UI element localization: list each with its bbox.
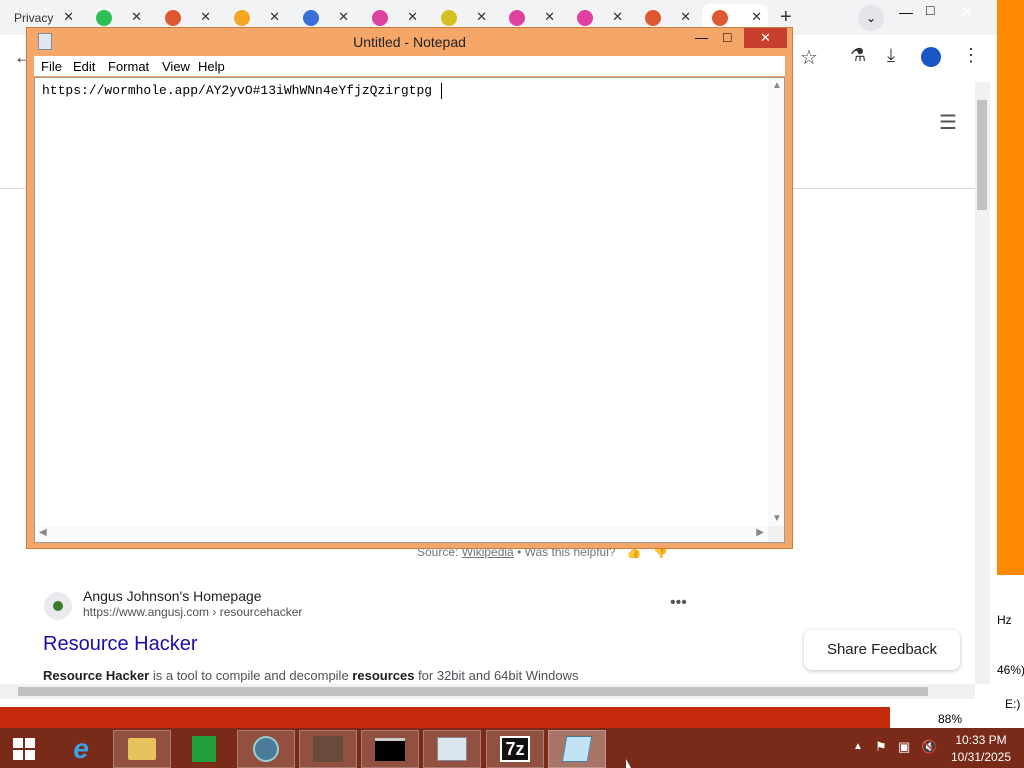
tab-favicon-icon (441, 10, 457, 26)
result-site-url[interactable]: https://www.angusj.com › resourcehacker (83, 605, 302, 619)
star-icon[interactable]: ☆ (800, 45, 818, 70)
text-cursor (441, 83, 442, 99)
scroll-right-icon[interactable]: ▶ (756, 527, 764, 538)
snippet-bold-term: resources (352, 668, 415, 683)
tab-close-icon[interactable]: ✕ (680, 9, 691, 25)
profile-icon[interactable] (921, 47, 941, 67)
snippet-bold-term: Resource Hacker (43, 668, 150, 683)
editor-vertical-scrollbar[interactable]: ▲ ▼ (768, 78, 784, 526)
menu-file[interactable]: File (41, 59, 62, 74)
maximize-icon[interactable]: □ (926, 2, 934, 18)
hamburger-menu-icon[interactable]: ☰ (939, 110, 957, 135)
mouse-cursor-icon (626, 759, 631, 768)
menu-bar: File Edit Format View Help (34, 56, 785, 76)
scroll-left-icon[interactable]: ◀ (39, 527, 47, 538)
partial-percent-text: 46%) (997, 663, 1024, 677)
tab-close-icon[interactable]: ✕ (63, 9, 74, 25)
resize-grip-icon[interactable] (768, 526, 784, 542)
snippet-text: is a tool to compile and decompile (149, 668, 353, 683)
tab-close-icon[interactable]: ✕ (200, 9, 211, 25)
snippet-text: for 32bit and 64bit Windows (414, 668, 579, 683)
close-window-icon[interactable]: ✕ (960, 2, 973, 22)
clock-time[interactable]: 10:33 PM (950, 733, 1012, 747)
tab-title: Privacy (14, 11, 54, 25)
plus-icon[interactable]: + (780, 6, 792, 29)
notepad-window: Untitled - Notepad — □ ✕ File Edit Forma… (26, 27, 793, 549)
task-manager-icon[interactable] (423, 730, 481, 768)
cmd-icon[interactable] (361, 730, 419, 768)
tab-favicon-icon (712, 10, 728, 26)
minimize-icon[interactable]: — (899, 4, 913, 20)
menu-edit[interactable]: Edit (73, 59, 95, 74)
network-icon[interactable]: ▣ (898, 739, 910, 755)
tab-favicon-icon (509, 10, 525, 26)
photo-app-icon[interactable] (299, 730, 357, 768)
notepad-icon[interactable] (548, 730, 606, 768)
7zip-label: 7z (500, 736, 530, 762)
tab-favicon-icon (303, 10, 319, 26)
tab-favicon-icon (372, 10, 388, 26)
tab-close-icon[interactable]: ✕ (476, 9, 487, 25)
file-explorer-icon[interactable] (113, 730, 171, 768)
menu-kebab-icon[interactable]: ⋮ (962, 45, 980, 66)
tab-favicon-icon (165, 10, 181, 26)
result-snippet: Resource Hacker is a tool to compile and… (43, 668, 579, 683)
clock-date[interactable]: 10/31/2025 (950, 750, 1012, 764)
background-window-fragment: Hz 46%) (997, 575, 1024, 707)
tab-close-icon[interactable]: ✕ (269, 9, 280, 25)
action-center-flag-icon[interactable]: ⚑ (875, 739, 887, 755)
browser-globe-icon[interactable] (237, 730, 295, 768)
result-site-name[interactable]: Angus Johnson's Homepage (83, 588, 262, 604)
battery-percent: 88% (938, 712, 963, 726)
volume-muted-icon[interactable]: 🔇 (921, 739, 937, 755)
more-options-icon[interactable]: ••• (670, 594, 687, 612)
store-icon[interactable] (175, 730, 233, 768)
page-vertical-scrollbar[interactable] (975, 82, 990, 684)
background-window-fragment: E:) 88% (890, 697, 1024, 728)
page-horizontal-scrollbar[interactable] (0, 684, 975, 699)
menu-format[interactable]: Format (108, 59, 149, 74)
scrollbar-thumb[interactable] (977, 100, 987, 210)
scrollbar-thumb[interactable] (18, 687, 928, 696)
partial-hz-text: Hz (997, 613, 1012, 627)
result-title-link[interactable]: Resource Hacker (43, 633, 198, 656)
window-title: Untitled - Notepad (353, 34, 466, 50)
tab-favicon-icon (96, 10, 112, 26)
menu-view[interactable]: View (162, 59, 190, 74)
tab-favicon-icon (234, 10, 250, 26)
desktop-wallpaper-strip (0, 707, 890, 728)
tab-close-icon[interactable]: ✕ (407, 9, 418, 25)
close-window-icon[interactable]: ✕ (744, 28, 787, 48)
tab-close-icon[interactable]: ✕ (131, 9, 142, 25)
download-icon[interactable]: ⤓ (887, 45, 895, 66)
tab-close-icon[interactable]: ✕ (751, 9, 762, 25)
text-editor-area[interactable]: https://wormhole.app/AY2yvO#13iWhWNn4eYf… (34, 77, 785, 543)
scroll-down-icon[interactable]: ▼ (772, 513, 782, 524)
tab-close-icon[interactable]: ✕ (338, 9, 349, 25)
internet-explorer-icon[interactable]: e (52, 730, 110, 768)
partial-drive-text: E:) (1005, 697, 1021, 711)
editor-horizontal-scrollbar[interactable]: ◀ ▶ (35, 526, 768, 542)
menu-help[interactable]: Help (198, 59, 225, 74)
chevron-down-icon[interactable]: ⌄ (858, 5, 884, 31)
tab-close-icon[interactable]: ✕ (544, 9, 555, 25)
tab-favicon-icon (645, 10, 661, 26)
show-hidden-icons-icon[interactable]: ▲ (853, 741, 863, 752)
minimize-icon[interactable]: — (695, 30, 708, 45)
maximize-icon[interactable]: □ (723, 29, 731, 45)
site-favicon-icon (44, 592, 72, 620)
scroll-up-icon[interactable]: ▲ (772, 80, 782, 91)
tab-favicon-icon (577, 10, 593, 26)
share-feedback-button[interactable]: Share Feedback (804, 630, 960, 670)
labs-flask-icon[interactable]: ⚗ (850, 45, 866, 66)
7zip-icon[interactable]: 7z (486, 730, 544, 768)
start-windows-icon[interactable] (0, 730, 48, 768)
tab-close-icon[interactable]: ✕ (612, 9, 623, 25)
editor-text[interactable]: https://wormhole.app/AY2yvO#13iWhWNn4eYf… (42, 83, 432, 98)
